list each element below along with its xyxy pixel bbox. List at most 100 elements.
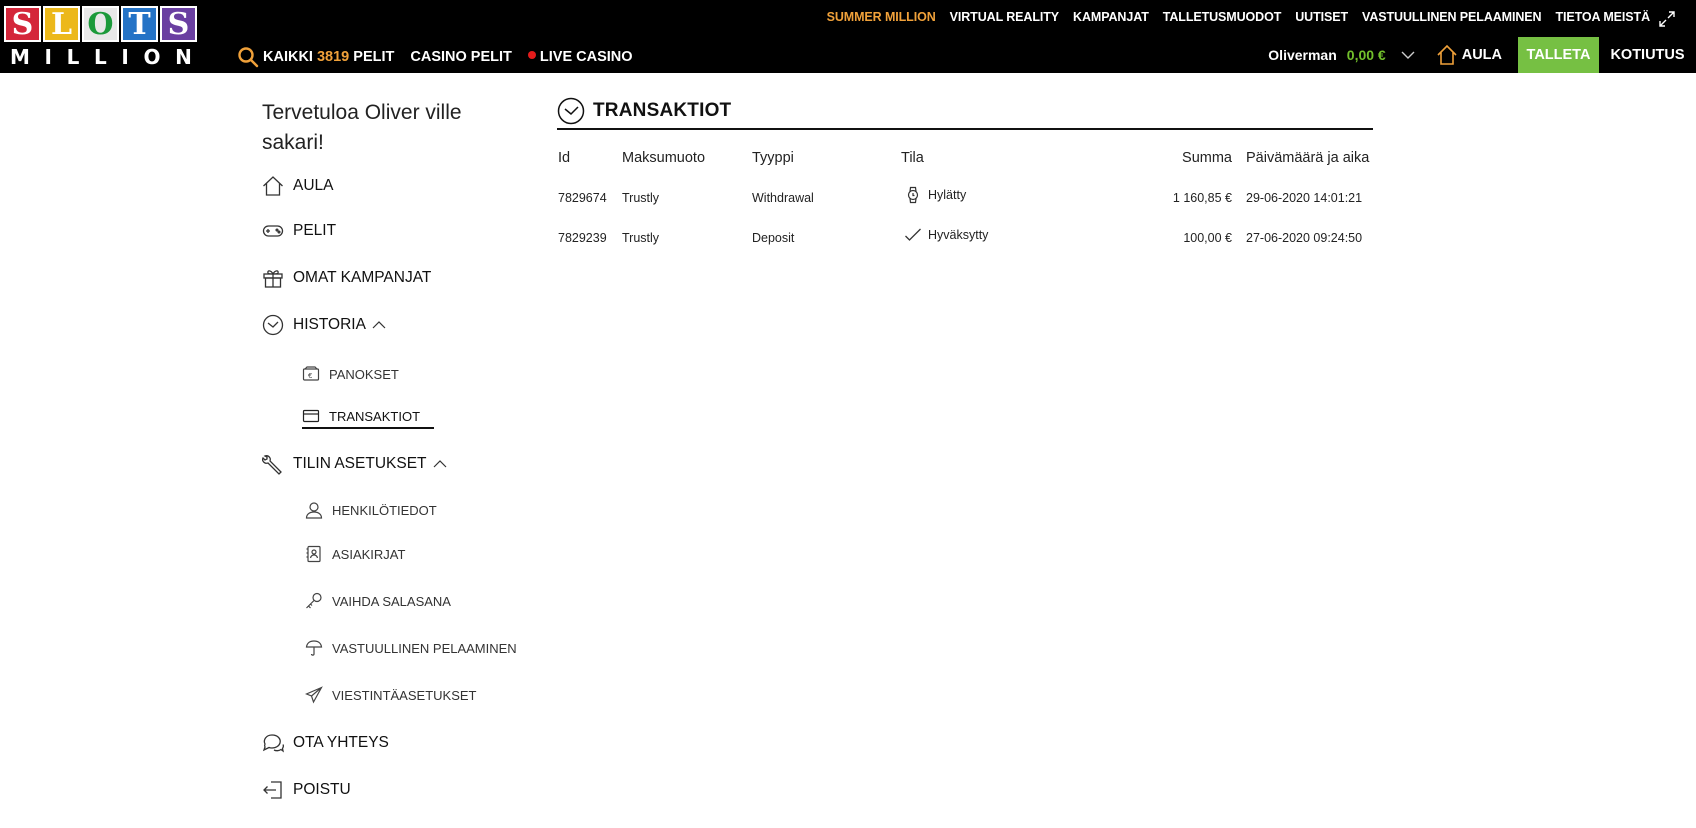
column-header-method: Maksumuoto [622,150,706,166]
nav-kampanjat[interactable]: KAMPANJAT [1073,10,1149,24]
main-nav: KAIKKI 3819 PELIT CASINO PELIT LIVE CASI… [237,46,649,68]
nav-uutiset[interactable]: UUTISET [1295,10,1348,24]
cell-method: Trustly [622,191,660,205]
sidebar-item-label: PELIT [293,222,337,239]
clock-icon [557,97,585,125]
credit-card-icon [302,409,320,423]
cell-datetime: 29-06-2020 14:01:21 [1246,191,1363,205]
all-games-link[interactable]: KAIKKI 3819 PELIT [263,49,394,65]
column-header-id: Id [558,150,571,166]
casino-games-link[interactable]: CASINO PELIT [410,49,512,65]
nav-talletusmuodot[interactable]: TALLETUSMUODOT [1163,10,1282,24]
sidebar-item-label: VIESTINTÄASETUKSET [332,687,477,703]
cell-status: Hyväksytty [904,226,988,244]
live-dot-icon [527,51,536,60]
home-icon[interactable] [1436,44,1458,66]
game-count: 3819 [316,49,350,65]
nav-virtual-reality[interactable]: VIRTUAL REALITY [950,10,1059,24]
column-header-datetime: Päivämäärä ja aika [1246,150,1370,166]
watch-icon [907,186,919,204]
welcome-message: Tervetuloa Oliver ville sakari! [262,101,462,154]
column-header-amount: Summa [1182,150,1232,166]
gamepad-icon [262,225,284,237]
withdraw-button[interactable]: KOTIUTUS [1599,37,1696,73]
wallet-icon: € [302,366,320,381]
sidebar-item-vastuullinen[interactable]: VASTUULLINEN PELAAMINEN [305,636,517,660]
logo-subtitle: MILLION [10,45,192,69]
logo-tile: S [4,6,41,42]
key-icon [306,592,322,609]
logo-tile: L [43,6,80,42]
logo-tile: O [82,6,119,42]
search-icon[interactable] [237,46,259,68]
sidebar-item-viestinta[interactable]: VIESTINTÄASETUKSET [305,683,476,707]
sidebar-item-label: TILIN ASETUKSET [293,455,427,472]
sidebar-item-henkilotiedot[interactable]: HENKILÖTIEDOT [305,498,437,522]
cell-status: Hylätty [904,186,966,204]
column-header-type: Tyyppi [752,150,794,166]
cell-id: 7829674 [558,191,607,205]
chevron-down-icon[interactable] [1400,47,1416,63]
sidebar-item-label: VASTUULLINEN PELAAMINEN [332,640,517,656]
home-icon [263,176,283,196]
sidebar-item-label: AULA [293,177,334,194]
page-title: TRANSAKTIOT [593,100,732,121]
cell-type: Deposit [752,231,795,245]
sidebar-item-label: HISTORIA [293,316,366,333]
account-bar: Oliverman 0,00 € AULA TALLETA KOTIUTUS [1268,37,1696,73]
sidebar-item-panokset[interactable]: € PANOKSET [302,362,399,386]
site-header: S L O T S MILLION SUMMER MILLION VIRTUAL… [0,0,1696,73]
chevron-up-icon [372,321,386,329]
sidebar-item-tilin-asetukset[interactable]: TILIN ASETUKSET [262,451,448,477]
sidebar-item-pelit[interactable]: PELIT [262,218,336,244]
sidebar-item-asiakirjat[interactable]: ASIAKIRJAT [305,542,405,566]
username[interactable]: Oliverman [1268,47,1336,63]
sidebar-item-label: OTA YHTEYS [293,734,389,751]
cell-amount: 100,00 € [1183,231,1232,245]
cell-datetime: 27-06-2020 09:24:50 [1246,231,1363,245]
fullscreen-icon[interactable] [1658,10,1676,28]
sidebar-item-label: OMAT KAMPANJAT [293,269,432,286]
sidebar-item-kampanjat[interactable]: OMAT KAMPANJAT [262,265,431,291]
sidebar-item-label: PANOKSET [329,366,399,382]
aula-link[interactable]: AULA [1462,47,1502,63]
sidebar-item-aula[interactable]: AULA [262,173,334,199]
gift-icon [263,270,283,288]
sidebar-item-vaihda-salasana[interactable]: VAIHDA SALASANA [305,589,451,613]
cell-amount: 1 160,85 € [1172,191,1232,205]
nav-vastuullinen[interactable]: VASTUULLINEN PELAAMINEN [1362,10,1542,24]
live-casino-link[interactable]: LIVE CASINO [527,49,633,65]
sidebar-item-label: VAIHDA SALASANA [332,593,451,609]
chevron-up-icon [433,460,446,468]
cell-method: Trustly [622,231,660,245]
column-header-status: Tila [901,150,924,166]
check-icon [905,228,921,241]
nav-tietoa[interactable]: TIETOA MEISTÄ [1555,10,1650,24]
slots-million-logo[interactable]: S L O T S MILLION [4,6,198,69]
logo-tile: T [121,6,158,42]
sidebar-item-transaktiot[interactable]: TRANSAKTIOT [302,405,435,429]
clock-icon [262,314,284,336]
transactions-header: TRANSAKTIOT [557,97,1373,130]
top-nav: SUMMER MILLION VIRTUAL REALITY KAMPANJAT… [827,10,1650,24]
paper-plane-icon [305,686,323,704]
svg-text:€: € [308,372,312,380]
chat-icon [262,734,284,753]
logout-icon [263,781,282,799]
balance: 0,00 € [1346,47,1386,63]
sidebar-item-label: ASIAKIRJAT [332,546,406,562]
user-icon [305,502,323,519]
sidebar-item-poistu[interactable]: POISTU [262,777,351,803]
sidebar-item-ota-yhteys[interactable]: OTA YHTEYS [262,730,389,756]
sidebar-item-label: TRANSAKTIOT [329,408,421,424]
id-card-icon [306,545,321,563]
wrench-icon [262,454,282,475]
sidebar-item-historia[interactable]: HISTORIA [262,312,387,338]
sidebar-item-label: HENKILÖTIEDOT [332,502,437,518]
umbrella-icon [305,640,323,656]
nav-summer-million[interactable]: SUMMER MILLION [827,10,936,24]
cell-type: Withdrawal [752,191,814,205]
deposit-button[interactable]: TALLETA [1518,37,1599,73]
cell-id: 7829239 [558,231,607,245]
sidebar-item-label: POISTU [293,781,351,798]
